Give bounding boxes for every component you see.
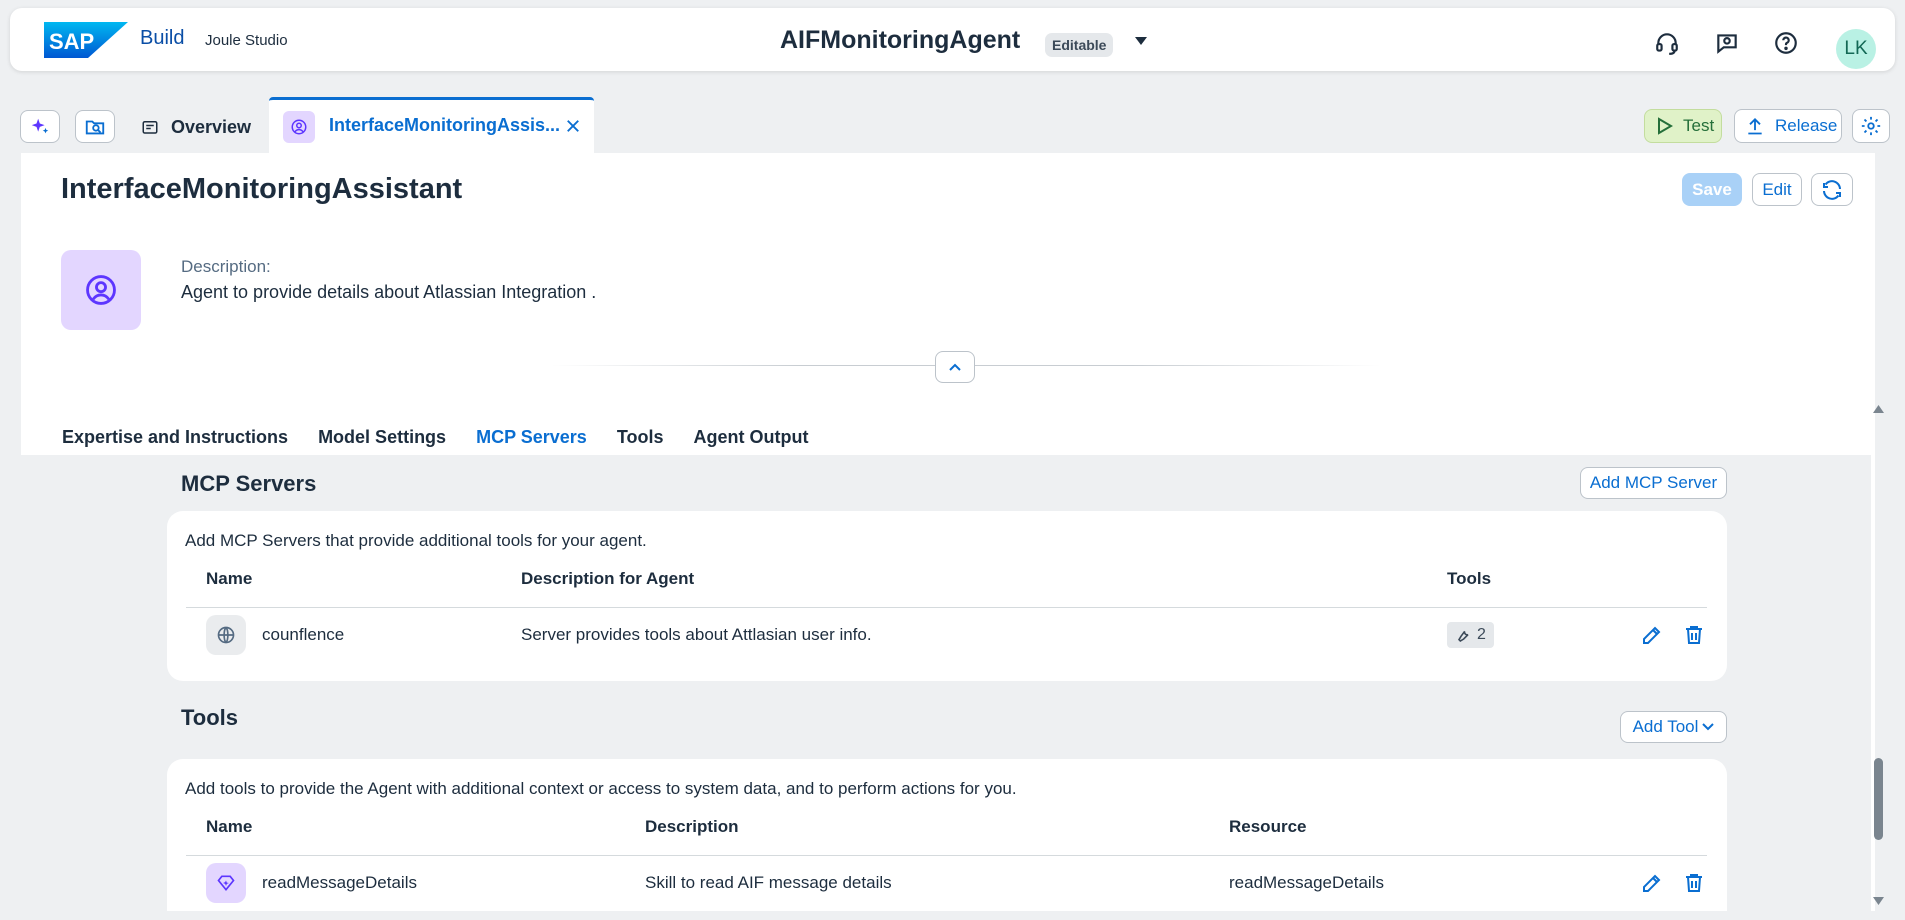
agent-icon [86,275,116,305]
shell-bar: SAP Build Joule Studio AIFMonitoringAgen… [10,8,1895,71]
description-label: Description: [181,257,271,276]
scroll-down-arrow-icon[interactable] [1873,897,1884,905]
add-tool-button[interactable]: Add Tool [1620,711,1727,743]
chevron-down-icon[interactable] [1134,35,1148,47]
upload-icon [1748,118,1762,135]
tool-resource: readMessageDetails [1229,873,1384,892]
svg-text:SAP: SAP [49,29,94,54]
agent-icon [291,119,307,135]
help-icon[interactable] [1773,30,1799,56]
mcp-servers-card: Add MCP Servers that provide additional … [167,511,1727,681]
save-button[interactable]: Save [1682,173,1742,206]
product-name: Build [140,27,185,49]
tools-count-badge: 2 [1447,622,1494,648]
explorer-search-button[interactable] [75,110,115,143]
refresh-button[interactable] [1811,173,1853,206]
skill-diamond-icon [217,875,235,891]
tab-interface-monitoring-assistant[interactable]: InterfaceMonitoringAssis... [269,97,594,153]
close-icon[interactable] [564,117,582,135]
column-header-resource: Resource [1229,817,1307,836]
chevron-down-icon [1702,723,1715,731]
settings-button[interactable] [1852,109,1890,143]
column-header-name: Name [206,569,253,588]
server-icon-box [206,615,246,655]
globe-icon [217,626,235,644]
server-description: Server provides tools about Attlasian us… [521,625,872,644]
description-text: Agent to provide details about Atlassian… [181,282,597,302]
edit-icon[interactable] [1640,871,1664,895]
header-separator [186,855,1707,856]
tool-icon-box [206,863,246,903]
sap-logo[interactable]: SAP [44,22,128,58]
tab-active-label: InterfaceMonitoringAssis... [329,115,561,135]
tool-description: Skill to read AIF message details [645,873,892,892]
refresh-icon [1823,179,1841,200]
tools-card: Add tools to provide the Agent with addi… [167,759,1727,911]
headset-icon[interactable] [1654,30,1680,56]
add-tool-label: Add Tool [1632,717,1699,736]
column-header-name: Name [206,817,253,836]
server-name: counflence [262,625,345,644]
delete-icon[interactable] [1682,871,1706,895]
scroll-up-arrow-icon[interactable] [1873,405,1884,413]
tab-overview-label: Overview [171,116,252,137]
tool-name: readMessageDetails [262,873,417,892]
avatar[interactable]: LK [1836,29,1876,69]
release-label: Release [1775,116,1838,135]
agent-tab-icon-box [283,111,315,143]
mcp-intro-text: Add MCP Servers that provide additional … [185,531,647,550]
overview-icon [142,121,158,134]
header-separator [186,607,1707,608]
play-icon [1658,117,1673,135]
edit-icon[interactable] [1640,623,1664,647]
page-title: InterfaceMonitoringAssistant [61,173,463,205]
test-button[interactable]: Test [1644,109,1722,143]
tab-content: MCP Servers Add MCP Server Add MCP Serve… [21,455,1871,911]
wrench-icon [1457,630,1469,643]
release-button[interactable]: Release [1734,109,1842,143]
tools-count: 2 [1477,626,1486,643]
gear-icon [1861,116,1881,136]
joule-sparkle-button[interactable] [20,110,60,143]
agent-avatar [61,250,141,330]
app-name: Joule Studio [205,32,288,49]
project-title: AIFMonitoringAgent [780,26,1021,54]
feedback-icon[interactable] [1714,30,1740,56]
edit-button[interactable]: Edit [1752,173,1802,206]
tools-intro-text: Add tools to provide the Agent with addi… [185,779,1017,798]
tools-section-title: Tools [181,705,239,730]
vertical-scrollbar[interactable] [1871,405,1885,905]
test-label: Test [1683,116,1715,135]
column-header-description: Description for Agent [521,569,695,588]
agent-detail-panel: InterfaceMonitoringAssistant Save Edit D… [21,153,1875,911]
column-header-tools: Tools [1447,569,1492,588]
delete-icon[interactable] [1682,623,1706,647]
chevron-up-icon [949,363,961,371]
collapse-header-button[interactable] [935,351,975,383]
mcp-section-title: MCP Servers [181,471,317,496]
sparkle-icon [31,118,49,133]
scroll-thumb[interactable] [1874,758,1883,840]
status-badge: Editable [1045,33,1114,57]
column-header-description: Description [645,817,739,836]
add-mcp-server-button[interactable]: Add MCP Server [1580,467,1727,499]
tab-overview[interactable]: Overview [141,110,251,144]
folder-search-icon [85,120,105,134]
